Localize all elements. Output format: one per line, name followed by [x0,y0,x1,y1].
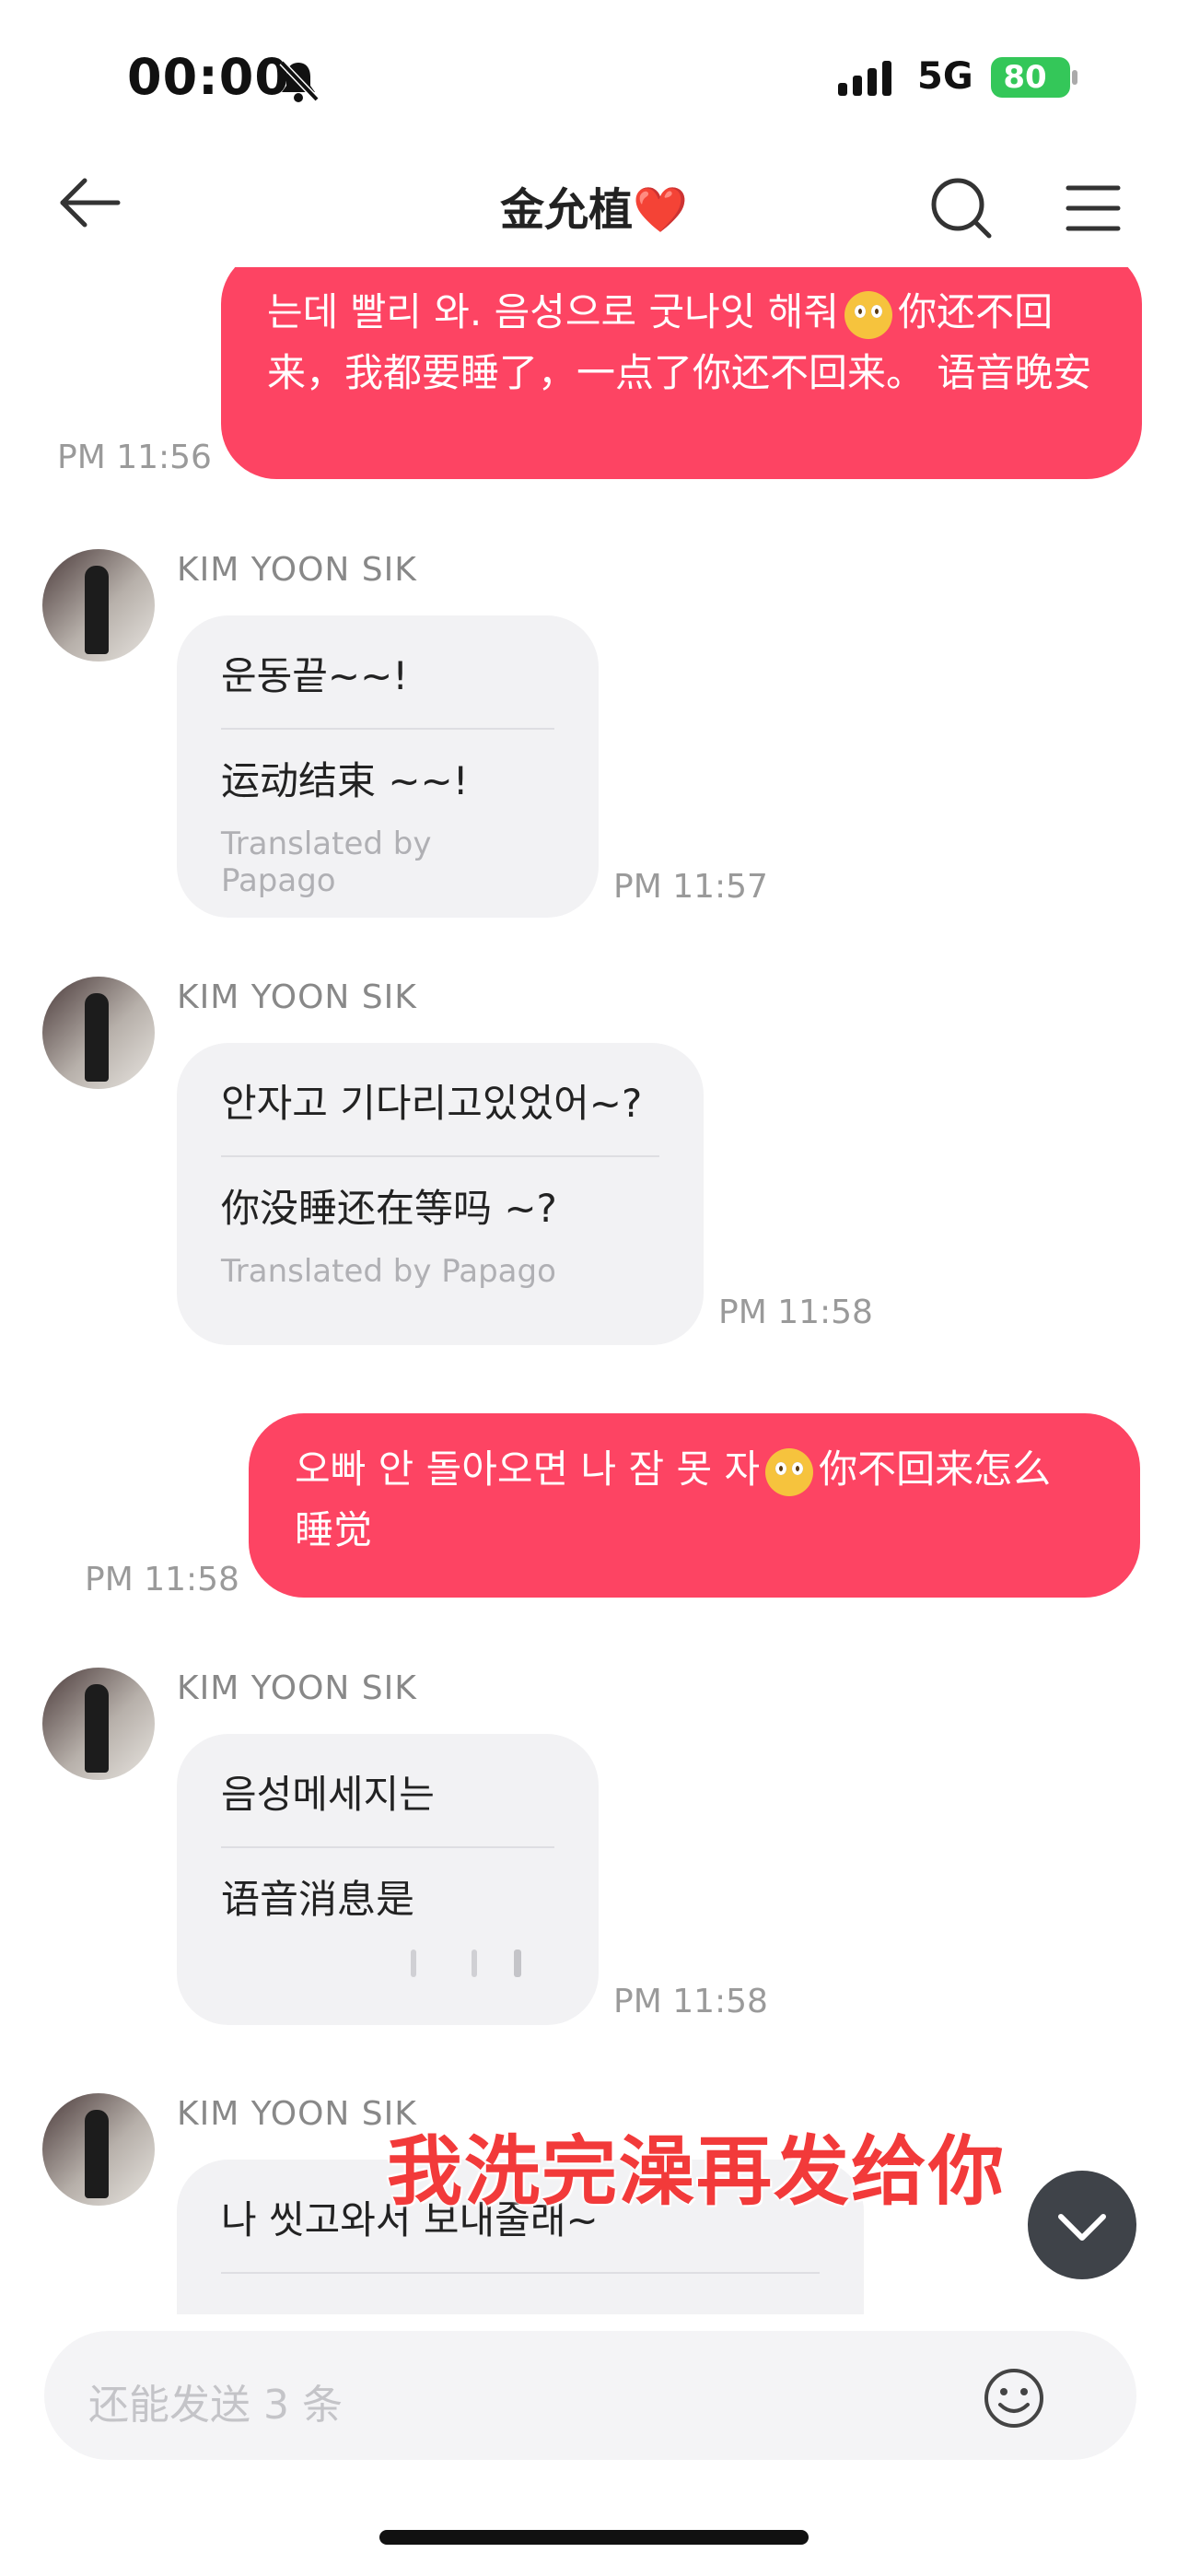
sender-name: KIM YOON SIK [177,1669,417,1707]
status-time: 00:00 [127,48,290,106]
incoming-message-bubble[interactable]: 운동끝~~! 运动结束 ~~! Translated by Papago [177,615,599,918]
incoming-message-bubble[interactable]: 음성메세지는 语音消息是 [177,1734,599,2025]
incoming-message-bubble[interactable]: 안자고 기다리고있었어~? 你没睡还在等吗 ~? Translated by P… [177,1043,704,1345]
outgoing-message-bubble[interactable]: 는데 빨리 와. 음성으로 굿나잇 해줘 你还不回来，我都要睡了，一点了你还不回来… [221,267,1142,479]
sender-name: KIM YOON SIK [177,2095,417,2133]
chat-title: 金允植❤️ [500,184,688,236]
input-placeholder: 还能发送 3 条 [88,2382,343,2429]
divider [221,1846,554,1848]
translation-credit: Translated by Papago [221,825,432,899]
message-time: PM 11:58 [613,1983,768,2020]
avatar[interactable] [42,549,155,662]
overlay-caption: 我洗完澡再发给你 [387,2128,1007,2216]
message-time: PM 11:58 [85,1561,239,1598]
home-indicator[interactable] [379,2530,809,2545]
message-time: PM 11:57 [613,868,768,906]
original-text: 안자고 기다리고있었어~? [221,1081,643,1126]
translated-text: 语音消息是 [221,1877,415,1922]
pleading-face-emoji [765,1447,814,1496]
outgoing-message-bubble[interactable]: 오빠 안 돌아오면 나 잠 못 자 你不回来怎么 睡觉 [249,1413,1140,1598]
avatar[interactable] [42,1668,155,1780]
translated-text: 运动结束 ~~! [221,758,469,803]
battery-level: 80 [1003,59,1047,96]
search-icon[interactable] [928,175,995,241]
translated-text: 你没睡还在等吗 ~? [221,1186,557,1231]
bell-slash-icon [279,60,320,102]
message-input[interactable]: 还能发送 3 条 [44,2331,1136,2460]
chat-messages[interactable]: 는데 빨리 와. 음성으로 굿나잇 해줘 你还不回来，我都要睡了，一点了你还不回来… [0,267,1188,2314]
scroll-to-bottom-button[interactable] [1028,2171,1136,2279]
smiley-icon[interactable] [982,2366,1046,2430]
message-text: 睡觉 [295,1507,373,1552]
avatar[interactable] [42,977,155,1089]
chevron-down-icon [1058,2214,1106,2241]
battery-icon: 80 [991,55,1079,100]
original-text: 음성메세지는 [221,1772,435,1817]
loading-dots [221,1940,554,1986]
menu-icon[interactable] [1065,182,1122,234]
sender-name: KIM YOON SIK [177,978,417,1016]
divider [221,728,554,730]
sender-name: KIM YOON SIK [177,551,417,589]
message-text: 오빠 안 돌아오면 나 잠 못 자 [295,1446,761,1492]
divider [221,1155,659,1157]
message-text: 는데 빨리 와. 음성으로 굿나잇 해줘 [267,289,840,334]
original-text: 운동끝~~! [221,653,409,698]
message-text: 你不回来怎么 [819,1446,1052,1492]
message-time: PM 11:56 [57,439,212,476]
pleading-face-emoji [844,290,893,339]
translation-credit: Translated by Papago [221,1253,556,1290]
network-type: 5G [917,55,973,98]
message-time: PM 11:58 [718,1294,873,1331]
avatar[interactable] [42,2093,155,2206]
divider [221,2272,820,2274]
signal-icon [838,61,891,96]
